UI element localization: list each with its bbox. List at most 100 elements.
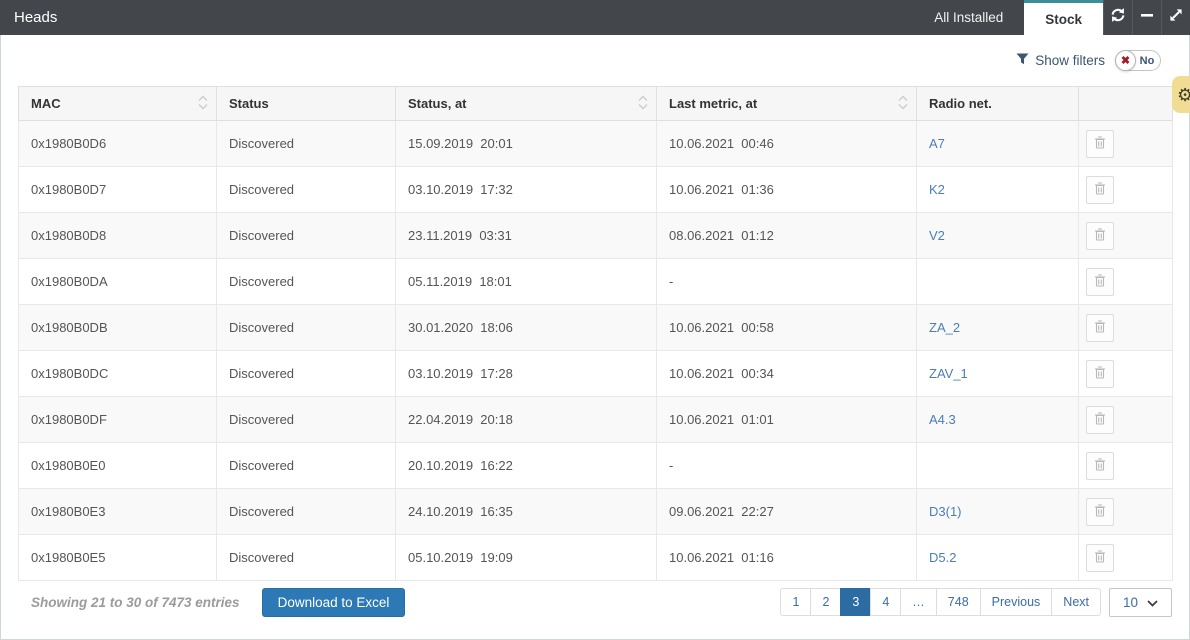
mac-cell: 0x1980B0E3 xyxy=(19,489,217,535)
page-button-2[interactable]: 2 xyxy=(810,588,841,616)
titlebar: Heads All Installed Stock xyxy=(0,0,1190,35)
refresh-icon xyxy=(1110,7,1126,28)
radio-net-link[interactable]: V2 xyxy=(929,228,945,243)
status-at-cell: 20.10.2019 16:22 xyxy=(396,443,657,489)
radio-net-cell: D5.2 xyxy=(917,535,1079,581)
status-cell: Discovered xyxy=(217,167,396,213)
actions-cell xyxy=(1079,397,1173,443)
trash-icon xyxy=(1094,550,1106,566)
column-header-actions xyxy=(1079,87,1173,121)
mac-cell: 0x1980B0DC xyxy=(19,351,217,397)
download-to-excel-button[interactable]: Download to Excel xyxy=(262,588,406,617)
delete-button[interactable] xyxy=(1086,406,1114,434)
main-panel: Show filters ✖ No MAC Sta xyxy=(0,35,1190,640)
sort-icon[interactable] xyxy=(897,94,909,113)
show-filters-toggle[interactable]: ✖ No xyxy=(1115,50,1161,71)
previous-page-button[interactable]: Previous xyxy=(980,588,1053,616)
trash-icon xyxy=(1094,458,1106,474)
radio-net-link[interactable]: K2 xyxy=(929,182,945,197)
gear-icon: ⚙ xyxy=(1177,86,1190,104)
tab-all-installed[interactable]: All Installed xyxy=(913,0,1024,35)
table-row: 0x1980B0D7Discovered03.10.2019 17:3210.0… xyxy=(19,167,1173,213)
status-at-cell: 22.04.2019 20:18 xyxy=(396,397,657,443)
trash-icon xyxy=(1094,136,1106,152)
status-cell: Discovered xyxy=(217,351,396,397)
actions-cell xyxy=(1079,259,1173,305)
trash-icon xyxy=(1094,274,1106,290)
page-button-3-active[interactable]: 3 xyxy=(840,588,871,616)
showing-entries-text: Showing 21 to 30 of 7473 entries xyxy=(31,595,240,610)
sort-icon[interactable] xyxy=(197,94,209,113)
table-row: 0x1980B0DBDiscovered30.01.2020 18:0610.0… xyxy=(19,305,1173,351)
radio-net-cell: ZAV_1 xyxy=(917,351,1079,397)
delete-button[interactable] xyxy=(1086,452,1114,480)
filter-funnel-icon xyxy=(1016,53,1029,68)
status-cell: Discovered xyxy=(217,489,396,535)
radio-net-link[interactable]: D5.2 xyxy=(929,550,956,565)
delete-button[interactable] xyxy=(1086,544,1114,572)
delete-button[interactable] xyxy=(1086,268,1114,296)
status-cell: Discovered xyxy=(217,259,396,305)
actions-cell xyxy=(1079,443,1173,489)
page-size-select[interactable]: 10 xyxy=(1109,588,1172,617)
actions-cell xyxy=(1079,351,1173,397)
column-header-radio-net[interactable]: Radio net. xyxy=(917,87,1079,121)
status-at-cell: 03.10.2019 17:32 xyxy=(396,167,657,213)
next-page-button[interactable]: Next xyxy=(1051,588,1101,616)
settings-flyout-tab[interactable]: ⚙ xyxy=(1172,76,1190,113)
trash-icon xyxy=(1094,504,1106,520)
toggle-x-icon: ✖ xyxy=(1115,50,1136,71)
delete-button[interactable] xyxy=(1086,176,1114,204)
radio-net-link[interactable]: D3(1) xyxy=(929,504,962,519)
radio-net-cell: V2 xyxy=(917,213,1079,259)
table-row: 0x1980B0DADiscovered05.11.2019 18:01- xyxy=(19,259,1173,305)
delete-button[interactable] xyxy=(1086,314,1114,342)
delete-button[interactable] xyxy=(1086,222,1114,250)
page-button-748[interactable]: 748 xyxy=(936,588,981,616)
table-row: 0x1980B0D6Discovered15.09.2019 20:0110.0… xyxy=(19,121,1173,167)
tab-stock[interactable]: Stock xyxy=(1024,0,1103,35)
actions-cell xyxy=(1079,121,1173,167)
expand-button[interactable] xyxy=(1161,0,1190,35)
actions-cell xyxy=(1079,305,1173,351)
last-metric-at-cell: 10.06.2021 00:58 xyxy=(657,305,917,351)
mac-cell: 0x1980B0DF xyxy=(19,397,217,443)
column-header-mac[interactable]: MAC xyxy=(19,87,217,121)
status-cell: Discovered xyxy=(217,305,396,351)
radio-net-link[interactable]: ZAV_1 xyxy=(929,366,968,381)
table-row: 0x1980B0D8Discovered23.11.2019 03:3108.0… xyxy=(19,213,1173,259)
trash-icon xyxy=(1094,320,1106,336)
mac-cell: 0x1980B0D6 xyxy=(19,121,217,167)
last-metric-at-cell: 10.06.2021 00:34 xyxy=(657,351,917,397)
show-filters-control[interactable]: Show filters ✖ No xyxy=(1016,50,1161,71)
status-at-cell: 23.11.2019 03:31 xyxy=(396,213,657,259)
delete-button[interactable] xyxy=(1086,360,1114,388)
actions-cell xyxy=(1079,213,1173,259)
column-header-status[interactable]: Status xyxy=(217,87,396,121)
trash-icon xyxy=(1094,182,1106,198)
radio-net-link[interactable]: A7 xyxy=(929,136,945,151)
table-row: 0x1980B0E3Discovered24.10.2019 16:3509.0… xyxy=(19,489,1173,535)
radio-net-cell: A4.3 xyxy=(917,397,1079,443)
radio-net-cell: ZA_2 xyxy=(917,305,1079,351)
minimize-button[interactable] xyxy=(1132,0,1161,35)
column-header-last-metric-at[interactable]: Last metric, at xyxy=(657,87,917,121)
page-button-ellipsis[interactable]: … xyxy=(900,588,937,616)
page-button-4[interactable]: 4 xyxy=(870,588,901,616)
radio-net-link[interactable]: ZA_2 xyxy=(929,320,960,335)
delete-button[interactable] xyxy=(1086,130,1114,158)
status-cell: Discovered xyxy=(217,397,396,443)
radio-net-link[interactable]: A4.3 xyxy=(929,412,956,427)
pagination: 1 2 3 4 … 748 Previous Next xyxy=(780,588,1101,616)
refresh-button[interactable] xyxy=(1103,0,1132,35)
actions-cell xyxy=(1079,535,1173,581)
mac-cell: 0x1980B0DB xyxy=(19,305,217,351)
table-footer: Showing 21 to 30 of 7473 entries Downloa… xyxy=(18,587,1172,617)
delete-button[interactable] xyxy=(1086,498,1114,526)
sort-icon[interactable] xyxy=(637,94,649,113)
table-row: 0x1980B0E0Discovered20.10.2019 16:22- xyxy=(19,443,1173,489)
show-filters-label: Show filters xyxy=(1035,53,1105,68)
status-cell: Discovered xyxy=(217,535,396,581)
page-button-1[interactable]: 1 xyxy=(780,588,811,616)
column-header-status-at[interactable]: Status, at xyxy=(396,87,657,121)
